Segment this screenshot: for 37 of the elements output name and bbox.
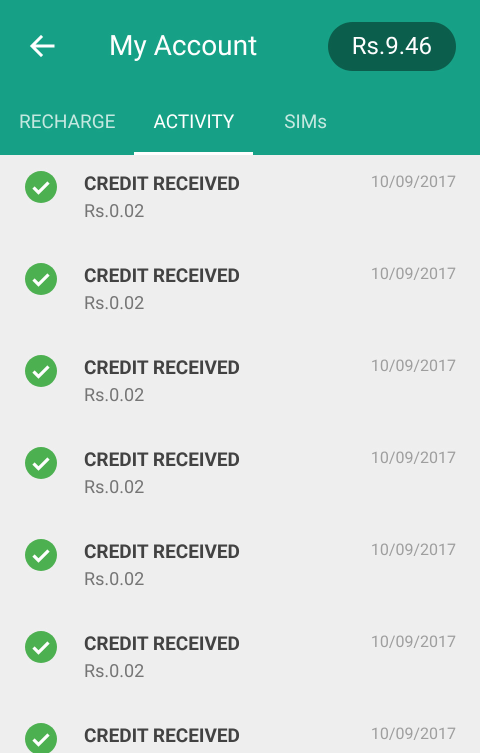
activity-amount: Rs.0.02 [84, 568, 146, 592]
activity-title: CREDIT RECEIVED [84, 355, 240, 381]
activity-row[interactable]: CREDIT RECEIVED Rs.0.02 10/09/2017 [0, 523, 480, 615]
activity-title: CREDIT RECEIVED [84, 263, 240, 289]
activity-amount: Rs.0.02 [84, 292, 146, 316]
activity-title: CREDIT RECEIVED [84, 539, 240, 565]
activity-amount: Rs.0.02 [84, 384, 146, 408]
activity-amount: Rs.0.02 [84, 200, 146, 224]
activity-title: CREDIT RECEIVED [84, 723, 240, 749]
back-button[interactable] [28, 32, 56, 60]
activity-row[interactable]: CREDIT RECEIVED Rs.0.02 10/09/2017 [0, 615, 480, 707]
activity-row[interactable]: CREDIT RECEIVED Rs.0.02 10/09/2017 [0, 339, 480, 431]
check-circle-icon [25, 539, 57, 571]
activity-row[interactable]: CREDIT RECEIVED Rs.0.02 10/09/2017 [0, 431, 480, 523]
activity-row[interactable]: CREDIT RECEIVED Rs.0.02 10/09/2017 [0, 155, 480, 247]
activity-date: 10/09/2017 [370, 631, 456, 653]
screen-title: My Account [109, 28, 258, 64]
check-circle-icon [25, 447, 57, 479]
check-circle-icon [25, 631, 57, 663]
balance-pill: Rs.9.46 [328, 22, 456, 70]
activity-amount: Rs.0.02 [84, 660, 146, 684]
activity-date: 10/09/2017 [370, 171, 456, 193]
check-circle-icon [25, 171, 57, 203]
activity-date: 10/09/2017 [370, 355, 456, 377]
check-circle-icon [25, 355, 57, 387]
check-circle-icon [25, 263, 57, 295]
activity-date: 10/09/2017 [370, 263, 456, 285]
activity-row[interactable]: CREDIT RECEIVED Rs.0.02 10/09/2017 [0, 247, 480, 339]
activity-date: 10/09/2017 [370, 447, 456, 469]
back-arrow-icon [29, 34, 55, 58]
activity-title: CREDIT RECEIVED [84, 631, 240, 657]
activity-row[interactable]: CREDIT RECEIVED 10/09/2017 [0, 707, 480, 753]
activity-date: 10/09/2017 [370, 539, 456, 561]
activity-title: CREDIT RECEIVED [84, 447, 240, 473]
activity-date: 10/09/2017 [370, 723, 456, 745]
activity-amount: Rs.0.02 [84, 476, 146, 500]
activity-title: CREDIT RECEIVED [84, 171, 240, 197]
